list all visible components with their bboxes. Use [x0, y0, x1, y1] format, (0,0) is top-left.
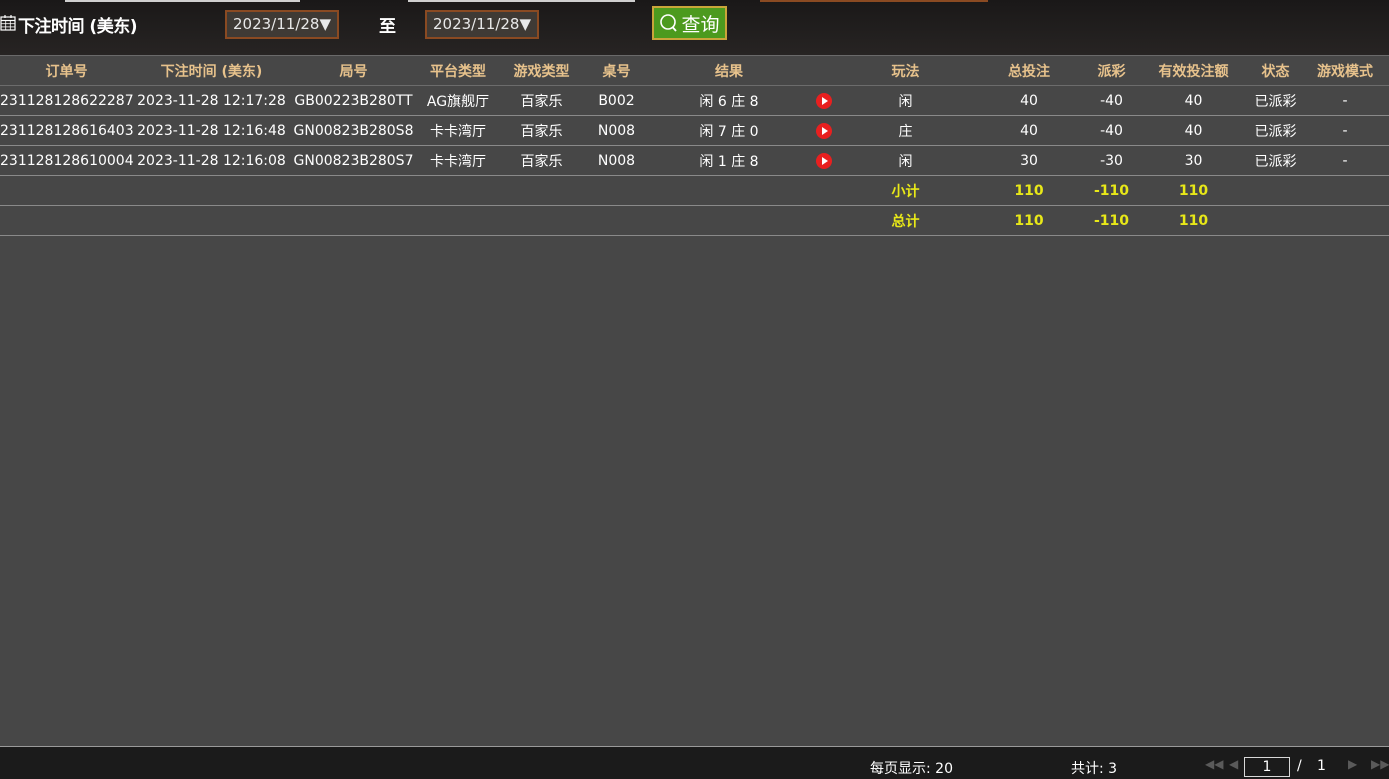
round-cell: GN00823B280S8: [290, 115, 417, 146]
page-number-input[interactable]: [1244, 757, 1290, 777]
platform-cell: 卡卡湾厅: [417, 115, 499, 146]
bet-time-label: 下注时间 (美东): [18, 17, 137, 37]
pagination-bar: 每页显示: 20 共计: 3 ◀◀ ◀ / 1 ▶ ▶▶: [0, 746, 1389, 779]
col-order-id: 订单号: [0, 56, 133, 86]
play-cell: 庄: [839, 115, 972, 146]
subtotal-payout: -110: [1086, 175, 1137, 206]
next-page-icon[interactable]: ▶: [1348, 757, 1357, 771]
page-separator: /: [1297, 758, 1302, 774]
game-mode-cell: -: [1301, 145, 1389, 176]
total-bet-cell: 40: [972, 85, 1086, 116]
platform-cell: AG旗舰厅: [417, 85, 499, 116]
prev-page-icon[interactable]: ◀: [1229, 757, 1238, 771]
round-cell: GB00223B280TT: [290, 85, 417, 116]
table-row: 231128128622287 2023-11-28 12:17:28 GB00…: [0, 85, 1389, 116]
valid-bet-cell: 40: [1137, 115, 1250, 146]
col-play: 玩法: [839, 56, 972, 86]
calendar-icon: [0, 15, 16, 31]
total-bet-cell: 40: [972, 115, 1086, 146]
replay-cell: [809, 145, 839, 176]
order-id-cell: 231128128616403: [0, 115, 133, 146]
play-icon[interactable]: [816, 152, 832, 169]
total-label: 总计: [839, 205, 972, 236]
table-header-row: 订单号 下注时间 (美东) 局号 平台类型 游戏类型 桌号 结果 玩法 总投注 …: [0, 56, 1389, 86]
bet-time-cell: 2023-11-28 12:17:28: [133, 85, 290, 116]
play-icon[interactable]: [816, 92, 832, 109]
valid-bet-cell: 30: [1137, 145, 1250, 176]
payout-cell: -30: [1086, 145, 1137, 176]
valid-bet-cell: 40: [1137, 85, 1250, 116]
subtotal-label: 小计: [839, 175, 972, 206]
total-bet: 110: [972, 205, 1086, 236]
game-type-cell: 百家乐: [499, 115, 584, 146]
first-page-icon[interactable]: ◀◀: [1205, 757, 1223, 771]
payout-cell: -40: [1086, 115, 1137, 146]
to-label: 至: [379, 17, 396, 37]
col-total-bet: 总投注: [972, 56, 1086, 86]
status-cell: 已派彩: [1250, 115, 1301, 146]
total-bet-cell: 30: [972, 145, 1086, 176]
result-cell: 闲 1 庄 8: [649, 145, 809, 176]
top-divider: [408, 0, 635, 2]
end-date-select[interactable]: 2023/11/28▼: [425, 10, 539, 39]
bet-records-table: 订单号 下注时间 (美东) 局号 平台类型 游戏类型 桌号 结果 玩法 总投注 …: [0, 56, 1389, 236]
game-mode-cell: -: [1301, 85, 1389, 116]
subtotal-valid: 110: [1137, 175, 1250, 206]
payout-cell: -40: [1086, 85, 1137, 116]
col-replay: [809, 56, 839, 86]
table-row: 231128128616403 2023-11-28 12:16:48 GN00…: [0, 115, 1389, 146]
col-table-no: 桌号: [584, 56, 649, 86]
table-no-cell: B002: [584, 85, 649, 116]
bet-time-cell: 2023-11-28 12:16:08: [133, 145, 290, 176]
filter-bar: 下注时间 (美东) 2023/11/28▼ 至 2023/11/28▼ 查询: [0, 0, 1389, 56]
table-row: 231128128610004 2023-11-28 12:16:08 GN00…: [0, 145, 1389, 176]
subtotal-row: 小计 110 -110 110: [0, 175, 1389, 206]
table-no-cell: N008: [584, 145, 649, 176]
subtotal-bet: 110: [972, 175, 1086, 206]
col-status: 状态: [1250, 56, 1301, 86]
result-cell: 闲 6 庄 8: [649, 85, 809, 116]
total-payout: -110: [1086, 205, 1137, 236]
bet-time-cell: 2023-11-28 12:16:48: [133, 115, 290, 146]
search-icon: [660, 14, 678, 32]
col-payout: 派彩: [1086, 56, 1137, 86]
play-icon[interactable]: [816, 122, 832, 139]
round-cell: GN00823B280S7: [290, 145, 417, 176]
total-valid: 110: [1137, 205, 1250, 236]
col-valid-bet: 有效投注额: [1137, 56, 1250, 86]
replay-cell: [809, 115, 839, 146]
col-game-type: 游戏类型: [499, 56, 584, 86]
start-date-select[interactable]: 2023/11/28▼: [225, 10, 339, 39]
status-cell: 已派彩: [1250, 145, 1301, 176]
play-cell: 闲: [839, 85, 972, 116]
replay-cell: [809, 85, 839, 116]
record-count: 共计: 3: [1071, 761, 1118, 777]
col-round: 局号: [290, 56, 417, 86]
total-pages: 1: [1317, 758, 1326, 774]
status-cell: 已派彩: [1250, 85, 1301, 116]
game-type-cell: 百家乐: [499, 85, 584, 116]
col-bet-time: 下注时间 (美东): [133, 56, 290, 86]
top-divider: [65, 0, 300, 2]
result-cell: 闲 7 庄 0: [649, 115, 809, 146]
table-no-cell: N008: [584, 115, 649, 146]
col-game-mode: 游戏模式: [1301, 56, 1389, 86]
col-result: 结果: [649, 56, 809, 86]
per-page-label: 每页显示: 20: [870, 761, 953, 777]
game-mode-cell: -: [1301, 115, 1389, 146]
play-cell: 闲: [839, 145, 972, 176]
order-id-cell: 231128128622287: [0, 85, 133, 116]
query-label: 查询: [681, 13, 720, 36]
game-type-cell: 百家乐: [499, 145, 584, 176]
top-divider: [760, 0, 988, 2]
query-button[interactable]: 查询: [652, 6, 727, 40]
col-platform: 平台类型: [417, 56, 499, 86]
total-row: 总计 110 -110 110: [0, 205, 1389, 236]
platform-cell: 卡卡湾厅: [417, 145, 499, 176]
order-id-cell: 231128128610004: [0, 145, 133, 176]
last-page-icon[interactable]: ▶▶: [1371, 757, 1389, 771]
